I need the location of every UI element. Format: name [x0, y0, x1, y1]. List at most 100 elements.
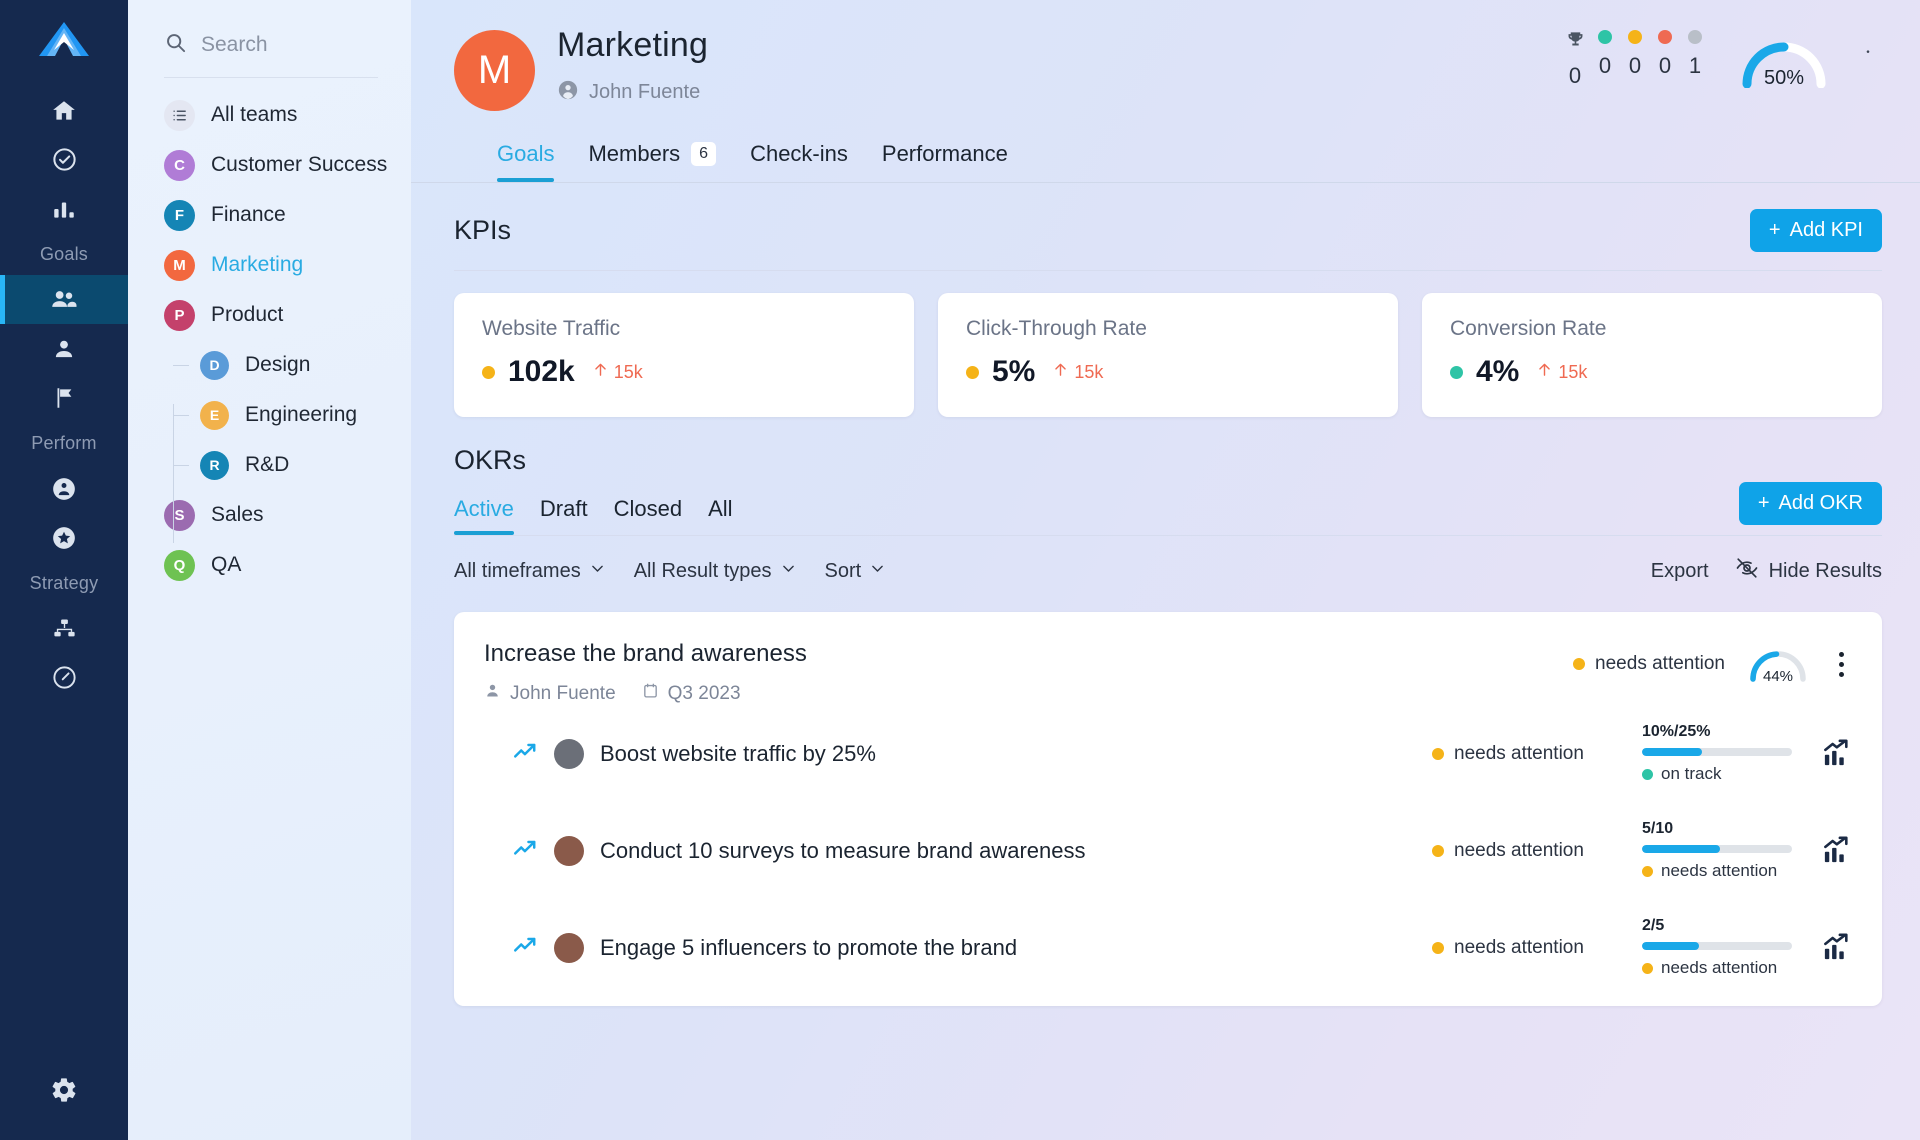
sidebar-item-sales[interactable]: SSales	[128, 490, 411, 540]
sidebar-item-design[interactable]: DDesign	[128, 340, 411, 390]
person-icon	[484, 682, 501, 705]
trend-up-icon	[512, 738, 538, 769]
sidebar-item-qa[interactable]: QQA	[128, 540, 411, 590]
avatar	[554, 836, 584, 866]
kpi-status-dot	[482, 366, 495, 379]
rail-item-recognition[interactable]	[0, 513, 128, 562]
key-result-row[interactable]: Boost website traffic by 25%needs attent…	[484, 705, 1852, 802]
add-kpi-button[interactable]: + Add KPI	[1750, 209, 1882, 252]
rail-item-org-chart[interactable]	[0, 604, 128, 653]
okr-tab-draft[interactable]: Draft	[540, 496, 588, 535]
chart-up-icon[interactable]	[1792, 932, 1852, 963]
key-result-title: Boost website traffic by 25%	[600, 741, 876, 767]
team-avatar: E	[200, 401, 229, 430]
okr-tab-closed[interactable]: Closed	[614, 496, 682, 535]
rail-item-feedback[interactable]	[0, 464, 128, 513]
okr-tab-all[interactable]: All	[708, 496, 732, 535]
sidebar-item-engineering[interactable]: E Engineering	[128, 390, 411, 440]
filter-label: All Result types	[634, 560, 772, 583]
key-result-status-label: needs attention	[1454, 937, 1584, 959]
add-kpi-label: Add KPI	[1790, 219, 1863, 242]
rail-item-settings[interactable]	[0, 1065, 128, 1114]
kpi-delta-value: 15k	[614, 362, 643, 383]
app-logo-icon[interactable]	[36, 12, 92, 68]
okr-card[interactable]: Increase the brand awarenessJohn FuenteQ…	[454, 612, 1882, 1006]
kpi-delta-value: 15k	[1558, 362, 1587, 383]
rail-item-performance[interactable]	[0, 653, 128, 702]
key-result-row[interactable]: Engage 5 influencers to promote the bran…	[484, 899, 1852, 996]
sidebar-item-r-d[interactable]: RR&D	[128, 440, 411, 490]
chart-up-icon[interactable]	[1792, 835, 1852, 866]
chevron-down-icon	[589, 560, 606, 583]
sidebar-item-finance[interactable]: FFinance	[128, 190, 411, 240]
header-stats-area: 00001 50%	[1560, 30, 1882, 89]
okr-status-label: needs attention	[1595, 653, 1725, 675]
tab-label: Members	[588, 141, 680, 167]
kpi-delta-value: 15k	[1074, 362, 1103, 383]
sidebar-item-label: QA	[211, 553, 241, 577]
team-avatar: D	[200, 351, 229, 380]
rail-item-people[interactable]	[0, 324, 128, 373]
arrow-up-icon	[1536, 361, 1553, 383]
tab-goals[interactable]: Goals	[497, 141, 554, 182]
export-button[interactable]: Export	[1651, 560, 1709, 583]
status-dot	[1658, 30, 1672, 44]
key-result-progress: 2/5 needs attention	[1642, 917, 1792, 978]
rail-item-home[interactable]	[0, 86, 128, 135]
key-result-title: Conduct 10 surveys to measure brand awar…	[600, 838, 1085, 864]
sidebar-item-label: Finance	[211, 203, 286, 227]
tab-performance[interactable]: Performance	[882, 141, 1008, 182]
kpi-card[interactable]: Website Traffic102k15k	[454, 293, 914, 417]
kpis-title: KPIs	[454, 215, 511, 246]
rail-item-dashboards[interactable]	[0, 184, 128, 233]
key-result-row[interactable]: Conduct 10 surveys to measure brand awar…	[484, 802, 1852, 899]
progress-label: 2/5	[1642, 917, 1792, 935]
progress-sub-status-label: on track	[1661, 764, 1721, 784]
status-counts: 00001	[1560, 30, 1710, 89]
filter-all-result-types[interactable]: All Result types	[634, 560, 797, 583]
okr-title: Increase the brand awareness	[484, 640, 807, 668]
hide-results-button[interactable]: Hide Results	[1735, 556, 1882, 586]
chevron-down-icon	[869, 560, 886, 583]
add-okr-button[interactable]: + Add OKR	[1739, 482, 1882, 525]
filter-sort[interactable]: Sort	[825, 560, 887, 583]
search-input[interactable]	[201, 33, 391, 57]
gauge-percent-label: 50%	[1738, 67, 1830, 90]
key-result-status: needs attention	[1432, 937, 1642, 959]
kpi-value: 4%	[1476, 355, 1519, 389]
status-count-3: 0	[1650, 30, 1680, 79]
progress-sub-status: needs attention	[1642, 958, 1792, 978]
rail-item-objectives[interactable]	[0, 373, 128, 422]
tab-badge: 6	[691, 142, 716, 166]
sidebar-item-all-teams[interactable]: All teams	[128, 90, 411, 140]
sidebar-item-marketing[interactable]: MMarketing	[128, 240, 411, 290]
kpi-delta: 15k	[1536, 361, 1587, 383]
sidebar-item-product[interactable]: PProduct	[128, 290, 411, 340]
team-tree-spine	[173, 404, 174, 543]
chart-up-icon[interactable]	[1792, 738, 1852, 769]
sidebar-item-label: Engineering	[245, 403, 357, 427]
sidebar-item-customer-success[interactable]: CCustomer Success	[128, 140, 411, 190]
kpi-delta: 15k	[592, 361, 643, 383]
team-list: All teamsCCustomer SuccessFFinanceMMarke…	[128, 78, 411, 590]
tab-members[interactable]: Members 6	[588, 141, 716, 182]
filter-all-timeframes[interactable]: All timeframes	[454, 560, 606, 583]
info-icon[interactable]	[1854, 43, 1882, 76]
kpi-card[interactable]: Click-Through Rate5%15k	[938, 293, 1398, 417]
status-count-4: 1	[1680, 30, 1710, 79]
rail-item-teams[interactable]	[0, 275, 128, 324]
status-dot	[1642, 963, 1653, 974]
kpi-card[interactable]: Conversion Rate4%15k	[1422, 293, 1882, 417]
status-count-value: 0	[1569, 63, 1581, 89]
progress-sub-status: on track	[1642, 764, 1792, 784]
okr-tab-active[interactable]: Active	[454, 496, 514, 535]
rail-group-label-perform: Perform	[0, 422, 128, 464]
teams-sidebar: All teamsCCustomer SuccessFFinanceMMarke…	[128, 0, 411, 1140]
plus-icon: +	[1769, 219, 1781, 242]
kebab-menu-icon[interactable]	[1831, 648, 1852, 681]
progress-label: 10%/25%	[1642, 723, 1792, 741]
rail-item-tasks[interactable]	[0, 135, 128, 184]
tab-label: Check-ins	[750, 141, 848, 167]
tab-check-ins[interactable]: Check-ins	[750, 141, 848, 182]
key-result-status-label: needs attention	[1454, 840, 1584, 862]
